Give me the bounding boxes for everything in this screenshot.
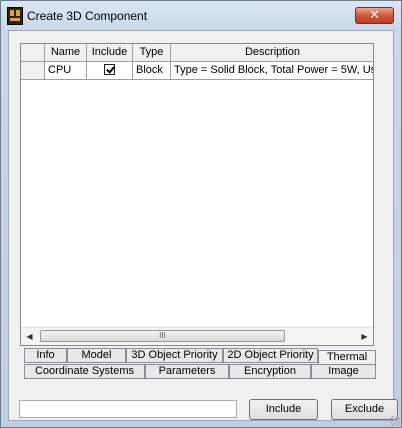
column-header-include[interactable]: Include xyxy=(87,44,133,62)
app-icon xyxy=(7,7,23,25)
cell-name[interactable]: CPU xyxy=(45,62,87,80)
row-header-cell[interactable] xyxy=(21,62,45,80)
grid-header-row: Name Include Type Description xyxy=(21,44,373,62)
horizontal-scrollbar[interactable]: ◀ III ▶ xyxy=(21,327,373,345)
include-button[interactable]: Include xyxy=(249,399,318,420)
cell-type[interactable]: Block xyxy=(133,62,171,80)
column-header-description[interactable]: Description xyxy=(171,44,373,62)
tab-2d-object-priority[interactable]: 2D Object Priority xyxy=(223,348,318,363)
tab-3d-object-priority[interactable]: 3D Object Priority xyxy=(126,348,223,363)
scroll-right-arrow-icon[interactable]: ▶ xyxy=(356,328,373,345)
close-button[interactable]: ✕ xyxy=(355,7,394,24)
tab-image[interactable]: Image xyxy=(311,364,376,379)
resize-grip-icon[interactable] xyxy=(390,416,400,426)
table-row[interactable]: CPU Block Type = Solid Block, Total Powe… xyxy=(21,62,373,80)
title-bar[interactable]: Create 3D Component ✕ xyxy=(1,1,401,30)
tab-encryption[interactable]: Encryption xyxy=(229,364,311,379)
filter-input[interactable] xyxy=(19,400,237,418)
include-checkbox[interactable] xyxy=(104,63,115,75)
tab-info[interactable]: Info xyxy=(24,348,67,363)
scroll-thumb[interactable]: III xyxy=(40,330,285,342)
grid-corner-cell[interactable] xyxy=(21,44,45,62)
exclude-button[interactable]: Exclude xyxy=(331,399,398,420)
cell-description[interactable]: Type = Solid Block, Total Power = 5W, Us… xyxy=(171,62,373,80)
scroll-left-arrow-icon[interactable]: ◀ xyxy=(21,328,38,345)
tab-coordinate-systems[interactable]: Coordinate Systems xyxy=(24,364,145,379)
tab-parameters[interactable]: Parameters xyxy=(145,364,229,379)
column-header-type[interactable]: Type xyxy=(133,44,171,62)
cell-include[interactable] xyxy=(87,62,133,80)
tab-model[interactable]: Model xyxy=(67,348,126,363)
column-header-name[interactable]: Name xyxy=(45,44,87,62)
component-grid[interactable]: Name Include Type Description CPU Block … xyxy=(20,43,374,346)
window-title: Create 3D Component xyxy=(27,9,148,23)
